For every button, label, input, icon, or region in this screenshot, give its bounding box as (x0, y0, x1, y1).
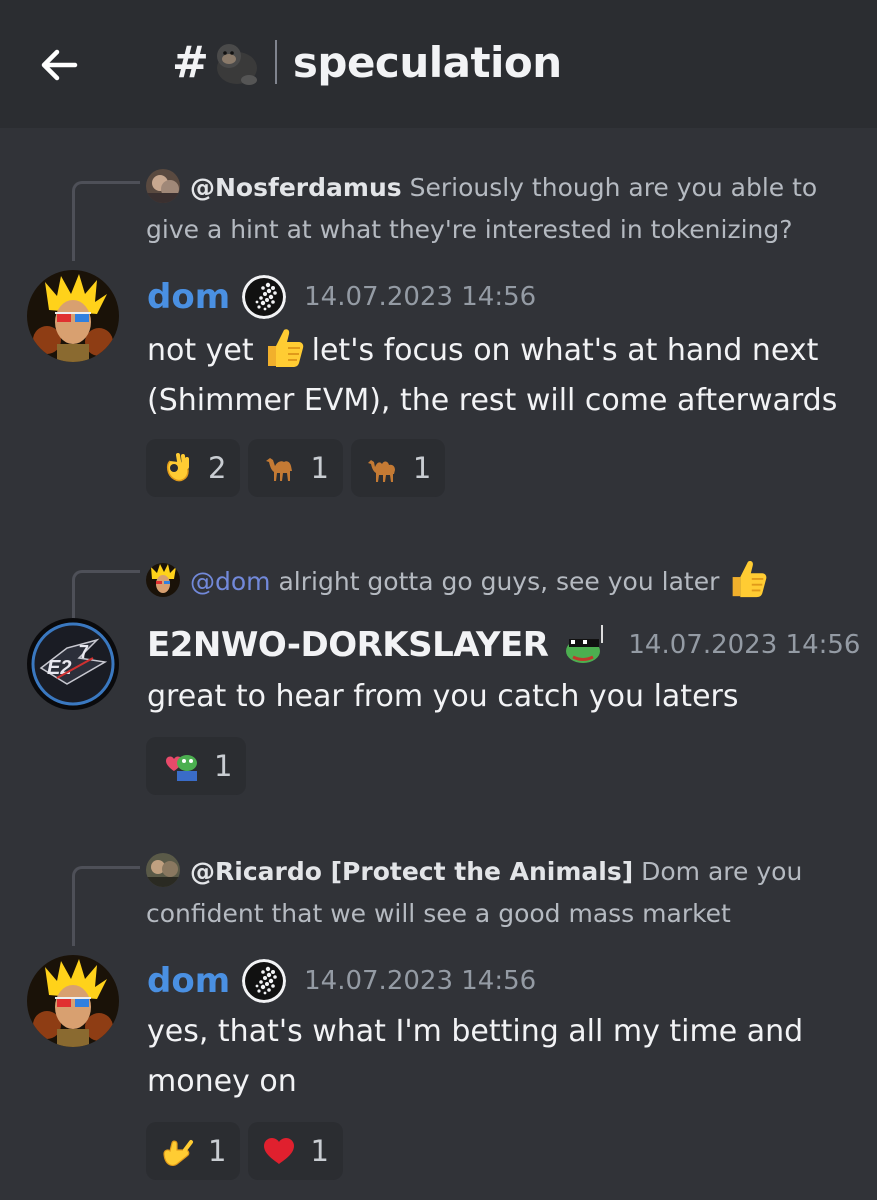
red-heart-icon (264, 1138, 295, 1164)
pepe-heart-icon (166, 755, 197, 781)
channel-header: # speculation (0, 0, 877, 128)
reaction-button[interactable]: 1 (350, 439, 446, 497)
message-content: yes, that's what I'm betting all my time… (147, 1007, 807, 1107)
reaction-count: 2 (208, 451, 227, 485)
reply-connector (72, 181, 140, 261)
reaction-count: 1 (310, 451, 329, 485)
iota-badge-icon (242, 959, 287, 1003)
avatar (146, 169, 180, 203)
author-name[interactable]: E2NWO-DORKSLAYER (147, 625, 549, 665)
reaction-bar: 2 1 1 (146, 439, 446, 497)
reaction-bar: 1 1 (146, 1122, 343, 1180)
reaction-count: 1 (214, 749, 233, 783)
avatar (146, 853, 180, 887)
channel-name: speculation (292, 37, 562, 87)
author-name[interactable]: dom (147, 277, 230, 317)
reaction-bar: 1 (146, 737, 247, 795)
timestamp: 14.07.2023 14:56 (304, 282, 537, 312)
author-name[interactable]: dom (147, 961, 230, 1001)
reaction-count: 1 (412, 451, 432, 485)
channel-hash: # (172, 36, 209, 88)
reaction-button[interactable]: 2 (146, 439, 241, 497)
message-content: great to hear from you catch you laters (147, 672, 857, 722)
back-arrow-icon[interactable] (34, 40, 84, 90)
call-me-hand-icon (163, 1140, 193, 1166)
two-hump-camel-icon (367, 460, 395, 482)
message-header: dom 14.07.2023 14:56 (147, 958, 536, 1004)
reply-mention[interactable]: @Ricardo [Protect the Animals] (190, 857, 633, 886)
reaction-button[interactable]: 1 (146, 737, 247, 795)
message-text: yes, that's what I'm betting all my time… (147, 1014, 804, 1099)
reply-mention[interactable]: @Nosferdamus (190, 173, 402, 202)
reply-connector (72, 570, 140, 622)
channel-separator (274, 40, 277, 84)
timestamp: 14.07.2023 14:56 (304, 966, 537, 996)
camel-icon (266, 458, 293, 481)
reaction-count: 1 (310, 1134, 329, 1168)
reply-preview[interactable]: @Ricardo [Protect the Animals] Dom are y… (146, 851, 846, 935)
svg-text:7: 7 (79, 642, 89, 662)
message-header: dom 14.07.2023 14:56 (147, 274, 536, 320)
reaction-button[interactable]: 1 (248, 439, 343, 497)
pepe-sunglasses-icon (566, 625, 604, 663)
thumbs-up-icon (267, 329, 303, 367)
message-text: not yet (147, 333, 254, 368)
timestamp: 14.07.2023 14:56 (628, 630, 861, 660)
ok-hand-icon (166, 453, 189, 482)
channel-title: # speculation (172, 32, 562, 92)
message-header: E2NWO-DORKSLAYER 14.07.2023 14:56 (147, 622, 860, 668)
message-content: not yet let's focus on what's at hand ne… (147, 324, 857, 426)
avatar (146, 563, 180, 597)
message-text: great to hear from you catch you laters (147, 679, 739, 714)
avatar[interactable]: E2 7 (27, 618, 119, 710)
avatar[interactable] (27, 270, 119, 362)
gorilla-icon (216, 44, 257, 85)
reply-connector (72, 866, 140, 946)
thumbs-up-icon (733, 560, 767, 598)
iota-badge-icon (242, 275, 287, 319)
reply-preview[interactable]: @dom alright gotta go guys, see you late… (146, 556, 846, 603)
reaction-button[interactable]: 1 (248, 1122, 343, 1180)
reaction-button[interactable]: 1 (146, 1122, 241, 1180)
avatar[interactable] (27, 955, 119, 1047)
reply-mention[interactable]: @dom (190, 567, 271, 596)
reply-preview[interactable]: @Nosferdamus Seriously though are you ab… (146, 167, 846, 251)
reaction-count: 1 (208, 1134, 227, 1168)
reply-text: alright gotta go guys, see you later (278, 567, 720, 596)
